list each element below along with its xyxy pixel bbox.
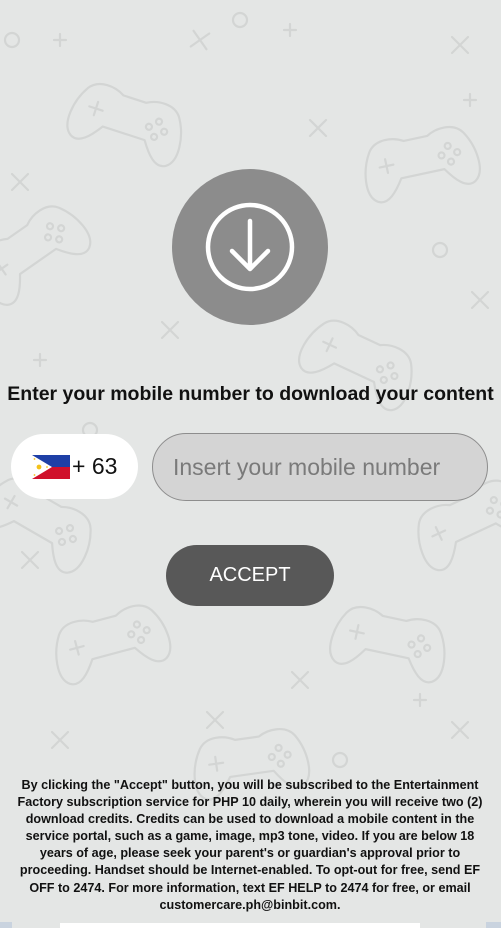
country-dial-code: + 63 (72, 453, 118, 479)
country-code-selector[interactable]: + 63 (11, 434, 138, 499)
page-title: Enter your mobile number to download you… (7, 383, 494, 405)
bottom-bar (60, 923, 420, 928)
mobile-number-input[interactable] (152, 433, 488, 501)
bottom-left-edge (0, 922, 12, 928)
download-arrow-icon (205, 202, 295, 292)
subscription-disclaimer: By clicking the "Accept" button, you wil… (17, 778, 483, 912)
download-badge (172, 169, 328, 325)
page: Enter your mobile number to download you… (0, 0, 501, 928)
accept-button[interactable]: ACCEPT (166, 545, 334, 606)
bottom-right-edge (486, 922, 501, 928)
philippines-flag-icon (32, 454, 70, 479)
